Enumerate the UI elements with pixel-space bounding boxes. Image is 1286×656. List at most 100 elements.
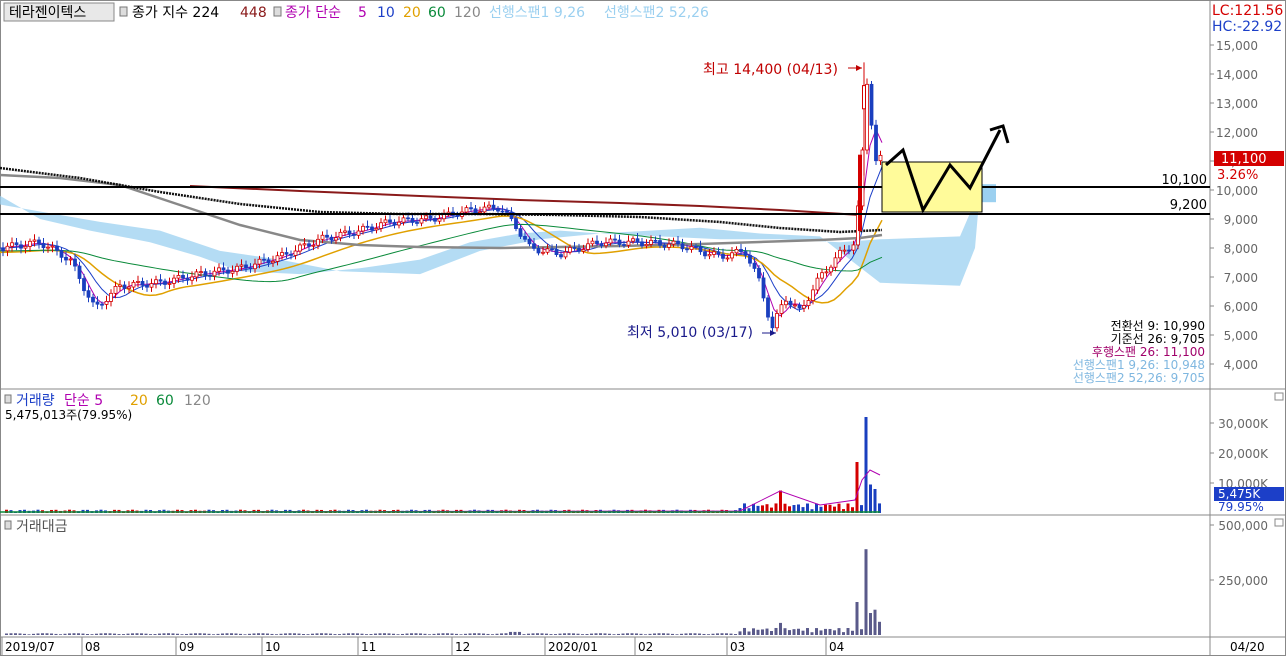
value-panel-button[interactable] <box>1274 518 1284 527</box>
candle-body <box>271 260 275 264</box>
volume-panel-toggle[interactable] <box>4 394 12 404</box>
candle-body <box>766 297 770 318</box>
legend-toggle-price[interactable] <box>119 6 128 17</box>
value-bar <box>257 633 260 635</box>
candle-body <box>811 289 815 301</box>
candle-body <box>858 154 862 232</box>
value-bar <box>729 633 733 635</box>
candle-body <box>356 230 361 236</box>
candle-body <box>617 239 622 245</box>
value-bar <box>14 633 17 635</box>
volume-bars <box>0 417 881 513</box>
candle-body <box>284 252 289 255</box>
price-tick-label: 13,000 <box>1216 97 1258 111</box>
value-panel-toggle[interactable] <box>4 520 12 530</box>
candle-body <box>518 228 523 237</box>
candle-body <box>590 240 595 245</box>
volume-ma-60: 60 <box>156 393 174 409</box>
candle-body <box>194 271 199 278</box>
candle-body <box>59 250 64 258</box>
candle-body <box>248 267 253 270</box>
price-tick-label: 10,000 <box>1216 184 1258 198</box>
candle-body <box>334 237 338 241</box>
volume-current-pct: 79.95% <box>1218 500 1264 514</box>
x-axis-label: 12 <box>455 640 470 654</box>
volume-bar <box>869 484 872 513</box>
candle-body <box>559 254 563 258</box>
candle-body <box>631 238 635 242</box>
candle-body <box>577 247 581 252</box>
current-date: 04/20 <box>1230 640 1265 654</box>
value-bar <box>815 628 818 635</box>
value-bar <box>185 633 188 635</box>
value-bar <box>599 633 602 635</box>
value-bar <box>846 628 850 635</box>
value-bar <box>707 634 710 635</box>
value-bar <box>338 634 341 635</box>
candle-body <box>743 251 748 256</box>
candle-body <box>635 238 640 243</box>
value-bar <box>207 633 211 635</box>
candle-body <box>653 239 658 242</box>
value-bar <box>153 634 157 635</box>
value-bar <box>576 633 580 635</box>
candle-body <box>365 225 370 228</box>
candle-body <box>797 304 802 309</box>
value-bar <box>864 549 868 635</box>
volume-panel-button[interactable] <box>1274 392 1284 401</box>
value-bar <box>522 634 526 635</box>
candle-body <box>50 245 55 248</box>
value-bar <box>140 633 143 635</box>
ma-20: 20 <box>403 5 421 21</box>
value-bar <box>752 628 755 635</box>
value-bar <box>527 633 530 635</box>
value-bar <box>86 633 89 635</box>
value-bar <box>351 633 355 635</box>
candle-body <box>1 247 5 252</box>
candle-body <box>10 242 14 247</box>
value-bar <box>486 633 490 635</box>
candle-body <box>563 251 568 258</box>
value-bar <box>279 633 283 635</box>
value-bar <box>203 633 206 635</box>
value-bar <box>639 633 643 635</box>
value-bar <box>347 633 350 635</box>
value-bar <box>509 631 512 635</box>
legend-toggle-ma[interactable] <box>273 6 282 17</box>
candle-body <box>109 292 113 302</box>
candle-body <box>779 304 784 314</box>
stock-chart: 10,100 9,200 최고 14,400 (04/13) 최저 5,010 … <box>0 0 1286 656</box>
value-bar <box>603 633 607 635</box>
value-bar <box>194 633 197 635</box>
value-bar <box>761 629 764 635</box>
value-bar <box>297 633 301 635</box>
value-bar <box>149 634 152 635</box>
x-axis-label: 02 <box>638 640 653 654</box>
value-bar <box>63 633 67 635</box>
candle-body <box>113 285 118 294</box>
value-bar <box>783 628 787 635</box>
value-bar <box>477 633 481 635</box>
candle-body <box>874 124 878 162</box>
value-bar <box>158 633 161 635</box>
value-bar <box>27 634 31 635</box>
candle-body <box>311 244 316 247</box>
value-bar <box>410 633 413 635</box>
candle-body <box>104 301 109 305</box>
candle-body <box>775 313 779 329</box>
value-bar <box>563 633 566 635</box>
value-bar <box>747 631 751 635</box>
volume-bar <box>855 462 859 513</box>
x-axis-label: 04 <box>829 640 844 654</box>
candle-body <box>73 258 77 267</box>
stock-name: 테라젠이텍스 <box>9 5 86 21</box>
candle-body <box>626 240 631 246</box>
value-bar <box>374 633 377 635</box>
candle-body <box>698 246 703 253</box>
candle-body <box>554 249 559 255</box>
value-bar <box>549 634 553 635</box>
candle-body <box>100 303 104 306</box>
candle-body <box>658 240 662 246</box>
candle-body <box>586 243 590 250</box>
value-bar <box>144 633 148 635</box>
